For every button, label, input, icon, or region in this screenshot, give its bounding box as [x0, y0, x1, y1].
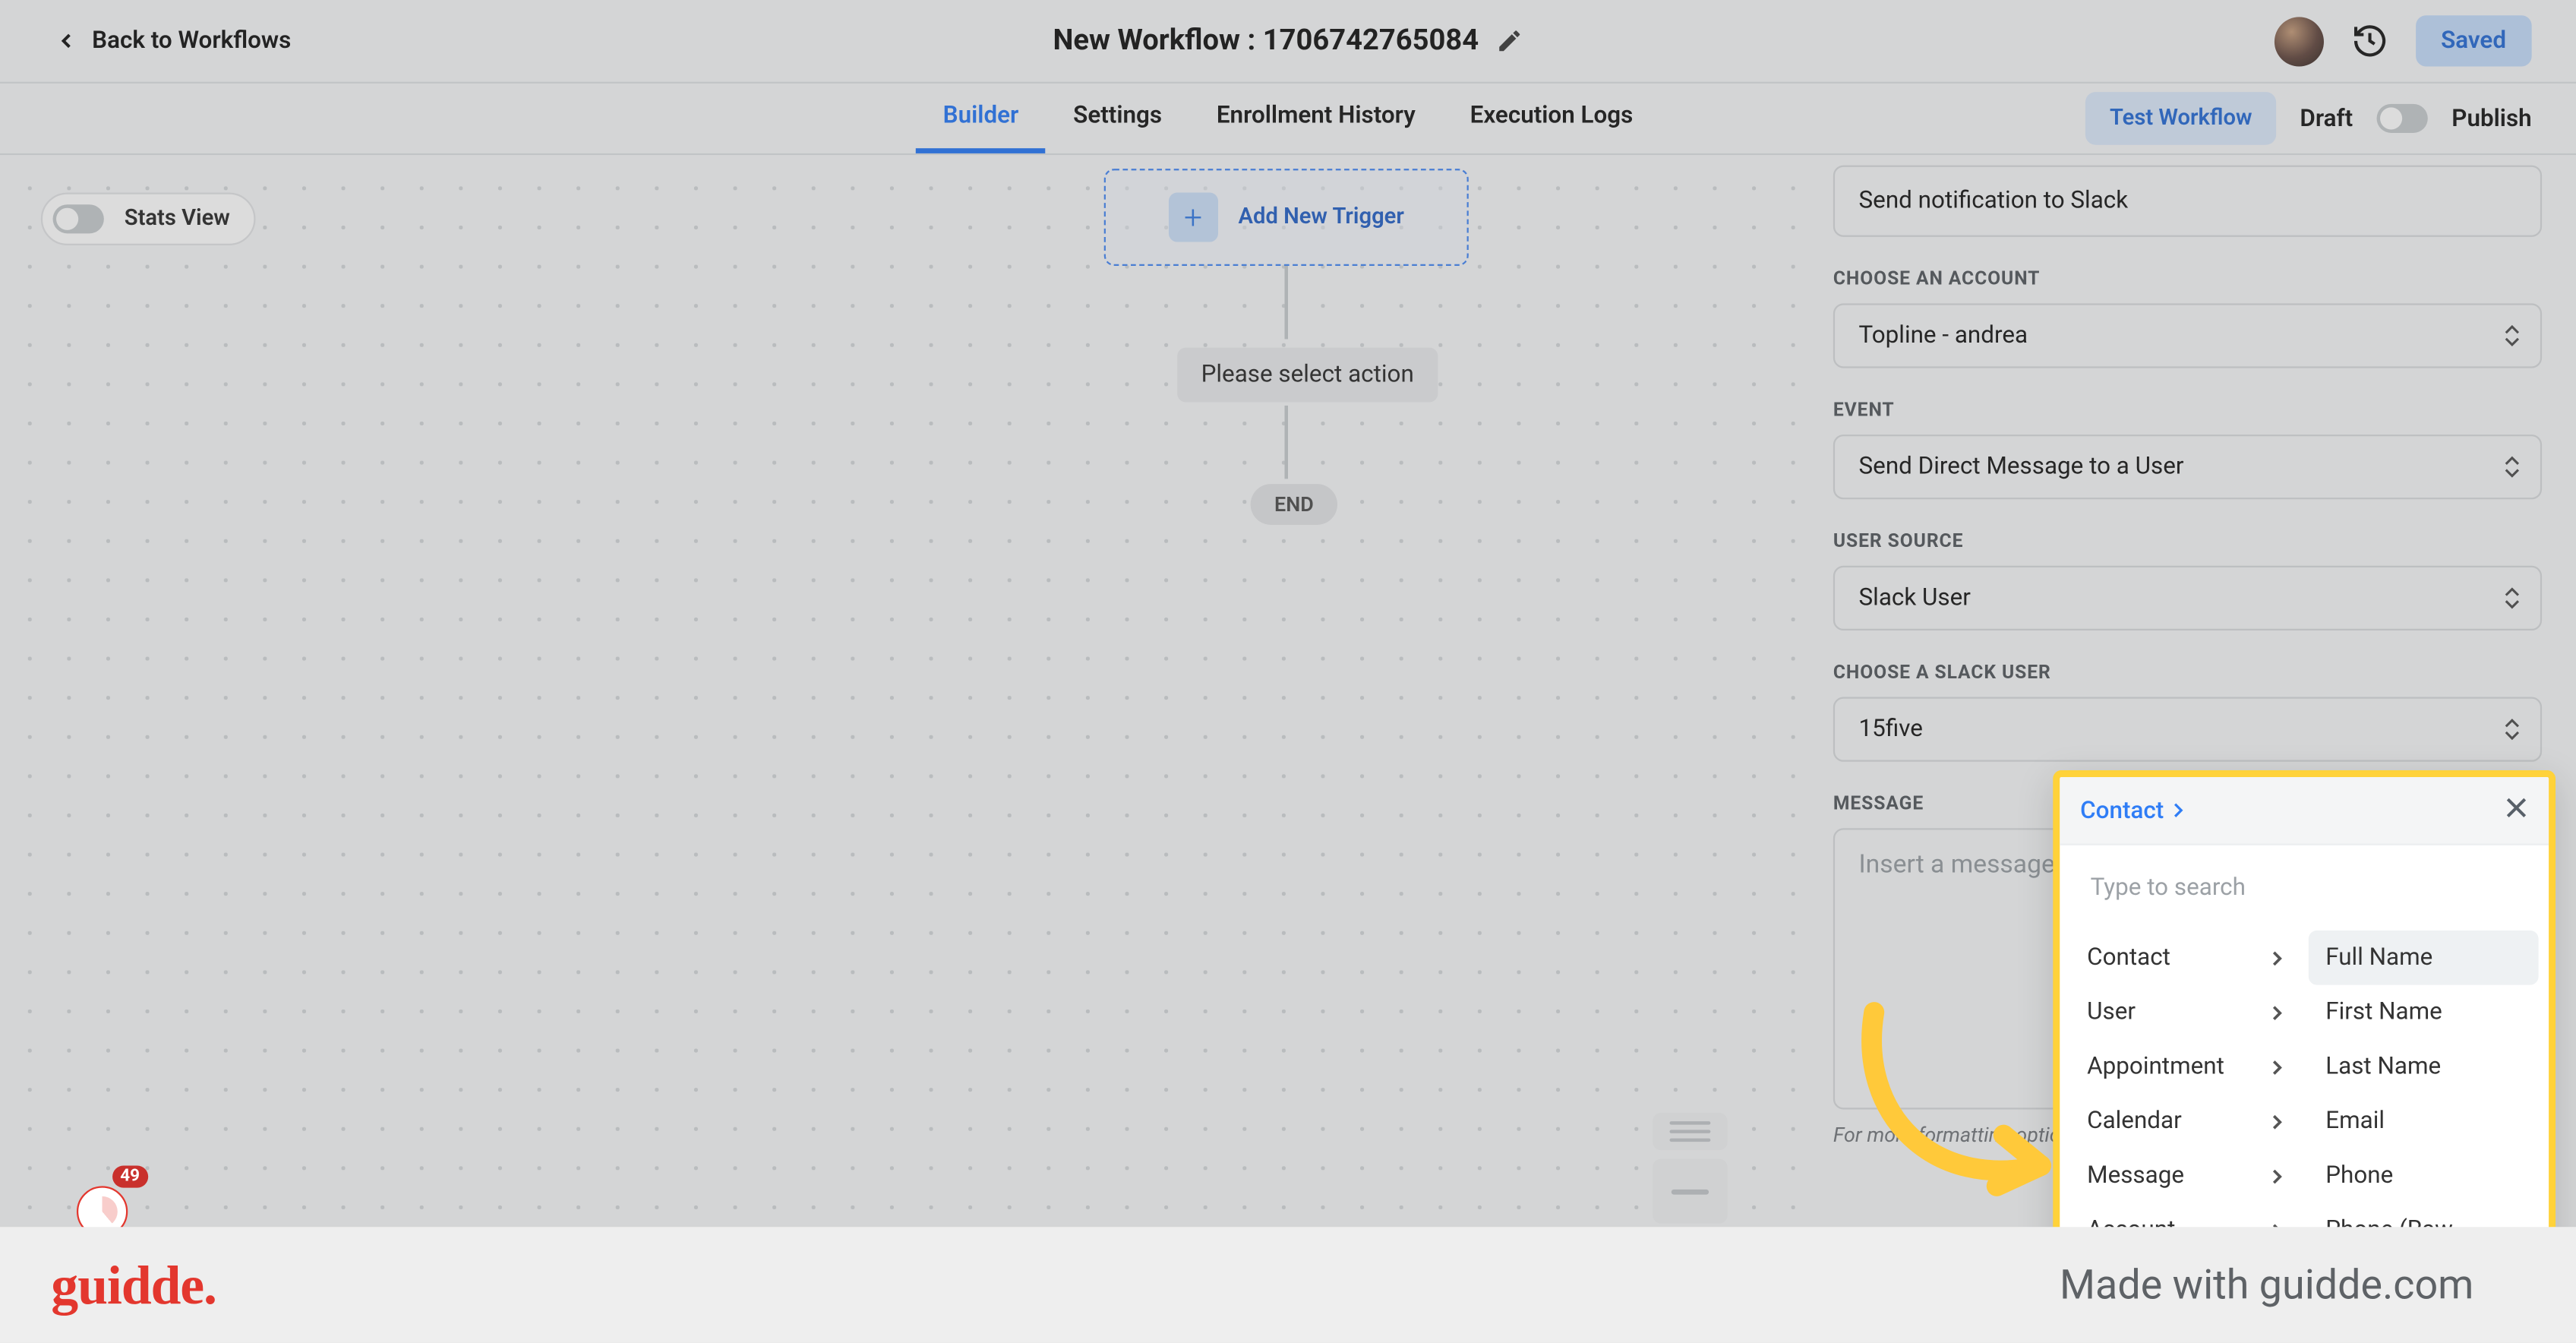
back-to-workflows-link[interactable]: Back to Workflows [55, 27, 291, 55]
popover-header: Contact [2060, 777, 2549, 845]
category-user[interactable]: User [2070, 985, 2302, 1040]
plus-icon: + [1169, 193, 1218, 242]
workflow-title: New Workflow : 1706742765084 [1053, 24, 1523, 58]
account-select[interactable]: Topline - andrea [1833, 303, 2542, 368]
chevron-left-icon [55, 29, 78, 52]
edit-icon[interactable] [1496, 27, 1523, 55]
zoom-minimap[interactable] [1653, 1113, 1728, 1150]
guidde-logo: guidde. [51, 1253, 216, 1316]
close-icon [2505, 796, 2528, 820]
user-source-select[interactable]: Slack User [1833, 566, 2542, 630]
select-action-node[interactable]: Please select action [1177, 348, 1438, 403]
watermark-strip: guidde. Made with guidde.com [0, 1227, 2576, 1343]
connector-line [1285, 406, 1288, 479]
publish-label: Publish [2451, 105, 2531, 132]
publish-toggle[interactable] [2377, 104, 2428, 133]
breadcrumb-contact[interactable]: Contact [2080, 797, 2186, 824]
user-source-value: Slack User [1859, 584, 1971, 611]
avatar[interactable] [2274, 16, 2323, 65]
chevron-right-icon [2269, 1059, 2284, 1074]
message-placeholder: Insert a message [1859, 848, 2055, 879]
tab-builder[interactable]: Builder [916, 84, 1046, 153]
category-contact[interactable]: Contact [2070, 931, 2302, 985]
tabbar: Builder Settings Enrollment History Exec… [0, 84, 2576, 155]
history-icon[interactable] [2350, 22, 2388, 59]
field-first-name[interactable]: First Name [2309, 985, 2539, 1040]
chevron-right-icon [2269, 1114, 2284, 1129]
breadcrumb-label: Contact [2080, 797, 2164, 824]
stats-toggle[interactable] [53, 204, 104, 233]
made-with-label: Made with guidde.com [2060, 1261, 2473, 1309]
stats-label: Stats View [125, 206, 230, 232]
category-calendar[interactable]: Calendar [2070, 1094, 2302, 1149]
tab-enrollment-history[interactable]: Enrollment History [1189, 84, 1443, 153]
badge-count: 49 [112, 1165, 148, 1187]
select-caret-icon [2505, 324, 2520, 346]
draft-label: Draft [2300, 105, 2353, 132]
tabbar-right: Test Workflow Draft Publish [2086, 84, 2576, 153]
topbar-actions: Saved [2274, 15, 2531, 66]
tab-execution-logs[interactable]: Execution Logs [1443, 84, 1660, 153]
topbar: Back to Workflows New Workflow : 1706742… [0, 0, 2576, 84]
category-appointment[interactable]: Appointment [2070, 1039, 2302, 1094]
connector-line [1285, 266, 1288, 339]
zoom-slider[interactable] [1653, 1159, 1728, 1224]
event-select[interactable]: Send Direct Message to a User [1833, 434, 2542, 499]
popover-columns: Contact User Appointment Calendar Messag… [2060, 927, 2549, 1275]
chevron-right-icon [2269, 1168, 2284, 1183]
add-trigger-button[interactable]: + Add New Trigger [1104, 169, 1469, 266]
field-column: Full Name First Name Last Name Email Pho… [2305, 927, 2542, 1261]
label-user-source: USER SOURCE [1833, 530, 2542, 552]
add-trigger-label: Add New Trigger [1239, 204, 1404, 230]
select-caret-icon [2505, 456, 2520, 478]
account-value: Topline - andrea [1859, 322, 2028, 349]
tab-settings[interactable]: Settings [1046, 84, 1189, 153]
chevron-right-icon [2269, 1004, 2284, 1019]
select-caret-icon [2505, 719, 2520, 741]
chevron-right-icon [2269, 950, 2284, 965]
search-input[interactable] [2073, 859, 2535, 917]
page-title: New Workflow : 1706742765084 [1053, 24, 1479, 58]
zoom-controls[interactable] [1653, 1113, 1728, 1224]
field-full-name[interactable]: Full Name [2309, 931, 2539, 985]
end-node: END [1251, 484, 1338, 525]
category-column: Contact User Appointment Calendar Messag… [2066, 927, 2305, 1261]
chevron-right-icon [2170, 803, 2186, 818]
close-button[interactable] [2505, 794, 2528, 826]
saved-button[interactable]: Saved [2415, 15, 2531, 66]
action-name: Send notification to Slack [1833, 166, 2542, 237]
field-phone[interactable]: Phone [2309, 1149, 2539, 1203]
category-message[interactable]: Message [2070, 1149, 2302, 1203]
variable-picker-popover: Contact Contact User Appointment Calenda… [2053, 770, 2555, 1281]
test-workflow-button[interactable]: Test Workflow [2086, 92, 2276, 145]
slack-user-select[interactable]: 15five [1833, 697, 2542, 762]
tabs: Builder Settings Enrollment History Exec… [916, 84, 1660, 153]
label-account: CHOOSE AN ACCOUNT [1833, 267, 2542, 289]
label-event: EVENT [1833, 399, 2542, 421]
back-label: Back to Workflows [92, 27, 291, 55]
field-email[interactable]: Email [2309, 1094, 2539, 1149]
slack-user-value: 15five [1859, 716, 1923, 743]
select-caret-icon [2505, 587, 2520, 609]
workflow-canvas[interactable]: Stats View + Add New Trigger Please sele… [0, 155, 1806, 1343]
event-value: Send Direct Message to a User [1859, 453, 2184, 481]
field-last-name[interactable]: Last Name [2309, 1039, 2539, 1094]
label-slack-user: CHOOSE A SLACK USER [1833, 661, 2542, 683]
stats-view-toggle[interactable]: Stats View [41, 193, 256, 246]
